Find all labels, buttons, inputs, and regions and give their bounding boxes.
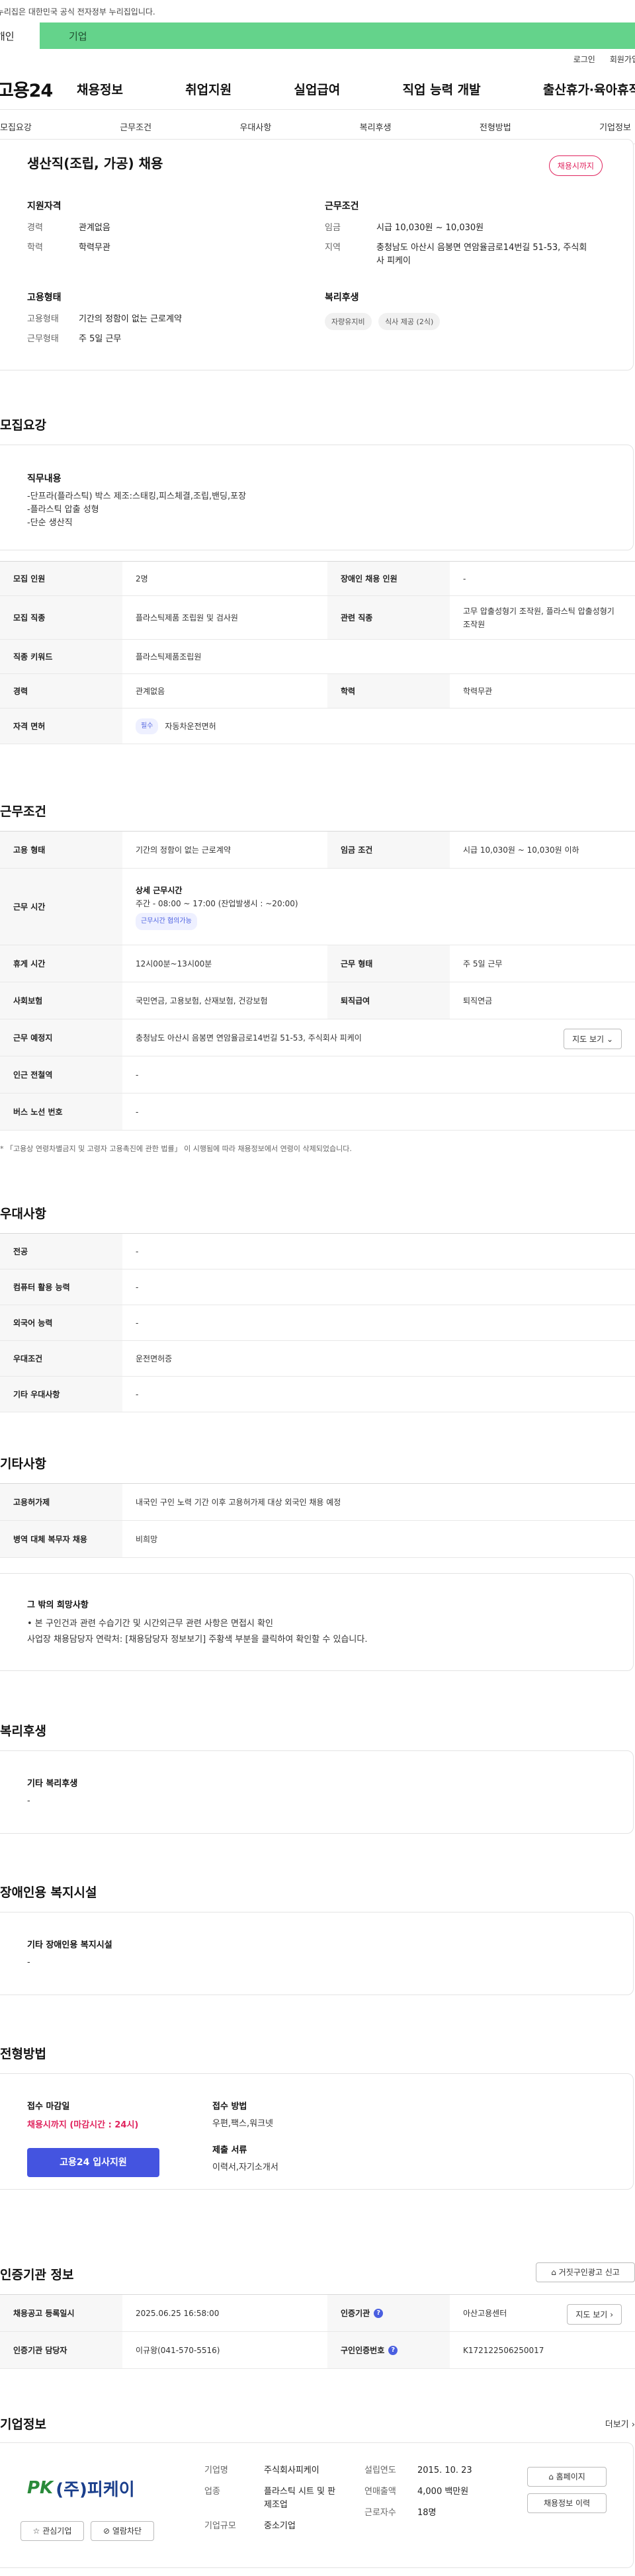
- welfare-box: 기타 복리후생 -: [0, 1750, 634, 1834]
- summary-employment: 고용형태 고용형태 기간의 정함이 없는 근로계약 근무형태 주 5일 근무: [27, 292, 182, 344]
- process-box: 접수 마감일 채용시까지 (마감시간 : 24시) 고용24 입사지원 접수 방…: [0, 2073, 634, 2190]
- section-title-pref: 우대사항: [0, 1207, 46, 1221]
- section-title-company: 기업정보: [0, 2417, 46, 2432]
- extra-box: 그 밖의 희망사항 • 본 구인건과 관련 수습기간 및 시간외근무 관련 사항…: [0, 1573, 634, 1671]
- table-row: 고용허가제 내국인 구인 노력 기간 이후 고용허가제 대상 외국인 채용 예정: [0, 1484, 635, 1521]
- duty-box: 직무내용 -단프라(플라스틱) 박스 제조:스태킹,피스체결,조립,밴딩,포장 …: [0, 445, 634, 550]
- bell-icon: ⌂: [551, 2268, 556, 2277]
- table-row: 기타 우대사항 -: [0, 1377, 635, 1412]
- gnb-item-jobs[interactable]: 채용정보: [77, 80, 123, 98]
- gnb-item-unemployment[interactable]: 실업급여: [294, 80, 340, 98]
- table-row: 컴퓨터 활용 능력 -: [0, 1269, 635, 1305]
- summary-work-conditions: 근무조건 임금 시급 10,030원 ~ 10,030원 지역 충청남도 아산시 음…: [325, 201, 587, 266]
- table-row: 자격 면허 필수 자동차운전면허: [0, 708, 635, 744]
- cert-table: 채용공고 등록일시 2025.06.25 16:58:00 인증기관? 아산고용센…: [0, 2294, 635, 2369]
- top-tabs: 개인 기업: [0, 22, 635, 49]
- company-more-link[interactable]: 더보기 ›: [605, 2417, 635, 2430]
- site-logo[interactable]: 고용24: [0, 76, 77, 102]
- global-nav: 고용24 채용정보 취업지원 실업급여 직업 능력 개발 출산휴가·육아휴직: [0, 69, 635, 110]
- star-icon: ☆: [32, 2526, 40, 2536]
- table-row: 외국어 능력 -: [0, 1305, 635, 1341]
- subnav-welfare[interactable]: 복리후생: [360, 120, 392, 133]
- section-title-disabled: 장애인용 복지시설: [0, 1885, 97, 1900]
- table-row: 버스 노선 번호 -: [0, 1094, 635, 1131]
- section-title-recruit: 모집요강: [0, 418, 46, 433]
- table-row: 병역 대체 복무자 채용 비희망: [0, 1521, 635, 1558]
- cert-map-button[interactable]: 지도 보기 ›: [567, 2304, 622, 2325]
- join-link[interactable]: 회원가입: [610, 54, 635, 65]
- company-fields-2: 설립연도 2015. 10. 23 연매출액 4,000 백만원 근로자수 18명: [364, 2466, 472, 2518]
- recruit-table: 모집 인원 2명 장애인 채용 인원 - 모집 직종 플라스틱제품 조립원 및 검사원…: [0, 561, 635, 744]
- block-icon: ⊘: [103, 2526, 110, 2536]
- welfare-chip: 자량유지비: [325, 313, 372, 330]
- status-badge: 채용시까지: [548, 155, 603, 176]
- tab-personal[interactable]: 개인: [0, 22, 40, 49]
- section-title-process: 전형방법: [0, 2047, 46, 2061]
- company-box: PK (주)피케이 ☆ 관심기업 ⊘ 열람차단 기업명 주식회사피케이 업종 플라스…: [0, 2442, 634, 2568]
- table-row: 인증기관 담당자 이규왕(041-570-5516) 구인인증번호? K17212…: [0, 2332, 635, 2369]
- home-icon: ⌂: [548, 2472, 554, 2481]
- chevron-down-icon: ⌄: [606, 1035, 613, 1044]
- table-row: 우대조건 운전면허증: [0, 1341, 635, 1377]
- disabled-box: 기타 장애인용 복지시설 -: [0, 1912, 634, 1995]
- util-links: 로그인 회원가입: [0, 49, 635, 69]
- deadline-value: 채용시까지 (마감시간 : 24시): [27, 2120, 139, 2130]
- table-row: 근무 시간 상세 근무시간 주간 - 08:00 ~ 17:00 (잔업발생시 …: [0, 869, 635, 945]
- block-view-button[interactable]: ⊘ 열람차단: [91, 2521, 154, 2541]
- age-notice: * 「고용상 연령차별금지 및 고령자 고용촉진에 관한 법률」 이 시행됨에 …: [0, 1144, 352, 1153]
- report-false-ad-button[interactable]: ⌂ 거짓구인광고 신고: [536, 2262, 635, 2282]
- subnav-company[interactable]: 기업정보: [599, 120, 631, 133]
- tab-company[interactable]: 기업: [40, 22, 635, 49]
- table-row: 인근 전철역 -: [0, 1056, 635, 1094]
- gnb-item-training[interactable]: 직업 능력 개발: [403, 80, 481, 98]
- info-icon[interactable]: ?: [374, 2308, 384, 2318]
- chevron-right-icon: ›: [631, 2420, 635, 2430]
- job-history-button[interactable]: 채용정보 이력: [527, 2493, 607, 2513]
- work-table: 고용 형태 기간의 정함이 없는 근로계약 임금 조건 시급 10,030원 ~ 1…: [0, 831, 635, 1131]
- homepage-button[interactable]: ⌂ 홈페이지: [527, 2467, 607, 2487]
- chevron-right-icon: ›: [610, 2310, 613, 2319]
- apply-button[interactable]: 고용24 입사지원: [27, 2148, 159, 2177]
- etc-table: 고용허가제 내국인 구인 노력 기간 이후 고용허가제 대상 외국인 채용 예정 …: [0, 1483, 635, 1558]
- gnb-item-leave[interactable]: 출산휴가·육아휴직: [543, 80, 635, 98]
- subnav-process[interactable]: 전형방법: [480, 120, 511, 133]
- company-logo: PK (주)피케이: [27, 2478, 135, 2500]
- subnav-recruit[interactable]: 모집요강: [0, 120, 32, 133]
- subnav-work[interactable]: 근무조건: [120, 120, 151, 133]
- section-title-etc: 기타사항: [0, 1457, 46, 1471]
- company-fields: 기업명 주식회사피케이 업종 플라스틱 시트 및 판 제조업 기업규모 중소기업: [204, 2466, 336, 2531]
- table-row: 전공 -: [0, 1234, 635, 1269]
- pref-table: 전공 - 컴퓨터 활용 능력 - 외국어 능력 - 우대조건 운전면허증 기타 우대사항…: [0, 1233, 635, 1412]
- map-view-button[interactable]: 지도 보기 ⌄: [564, 1029, 622, 1049]
- interest-company-button[interactable]: ☆ 관심기업: [21, 2521, 84, 2541]
- section-title-cert: 인증기관 정보: [0, 2268, 74, 2282]
- table-row: 모집 인원 2명 장애인 채용 인원 -: [0, 562, 635, 596]
- section-title-welfare: 복리후생: [0, 1724, 46, 1739]
- login-link[interactable]: 로그인: [573, 54, 595, 65]
- gnb-item-support[interactable]: 취업지원: [185, 80, 232, 98]
- subnav-pref[interactable]: 우대사항: [239, 120, 271, 133]
- table-row: 고용 형태 기간의 정함이 없는 근로계약 임금 조건 시급 10,030원 ~ 1…: [0, 832, 635, 869]
- required-chip: 필수: [136, 718, 159, 734]
- summary-welfare: 복리후생 자량유지비 식사 제공 (2식): [325, 290, 444, 330]
- welfare-chip: 식사 제공 (2식): [378, 313, 441, 330]
- table-row: 사회보험 국민연금, 고용보험, 산재보험, 건강보험 퇴직급여 퇴직연금: [0, 982, 635, 1019]
- table-row: 근무 예정지 충청남도 아산시 음봉면 연암율금로14번길 51-53, 주식회사…: [0, 1019, 635, 1056]
- summary-card: 생산직(조립, 가공) 채용 채용시까지 지원자격 경력 관계없음 학력 학력무관 …: [0, 139, 634, 370]
- summary-qualification: 지원자격 경력 관계없음 학력 학력무관: [27, 201, 110, 253]
- hours-negotiable-chip: 근무시간 협의가능: [136, 912, 197, 930]
- table-row: 모집 직종 플라스틱제품 조립원 및 검사원 관련 직종 고무 압출성형기 조작원,…: [0, 596, 635, 640]
- gov-banner: 이 누리집은 대한민국 공식 전자정부 누리집입니다.: [0, 0, 635, 22]
- section-title-work: 근무조건: [0, 804, 46, 819]
- info-icon[interactable]: ?: [388, 2345, 398, 2355]
- table-row: 휴게 시간 12시00분~13시00분 근무 형태 주 5일 근무: [0, 945, 635, 982]
- job-title: 생산직(조립, 가공) 채용: [27, 155, 163, 171]
- table-row: 채용공고 등록일시 2025.06.25 16:58:00 인증기관? 아산고용센…: [0, 2295, 635, 2332]
- table-row: 직종 키워드 플라스틱제품조립원: [0, 640, 635, 674]
- table-row: 경력 관계없음 학력 학력무관: [0, 674, 635, 708]
